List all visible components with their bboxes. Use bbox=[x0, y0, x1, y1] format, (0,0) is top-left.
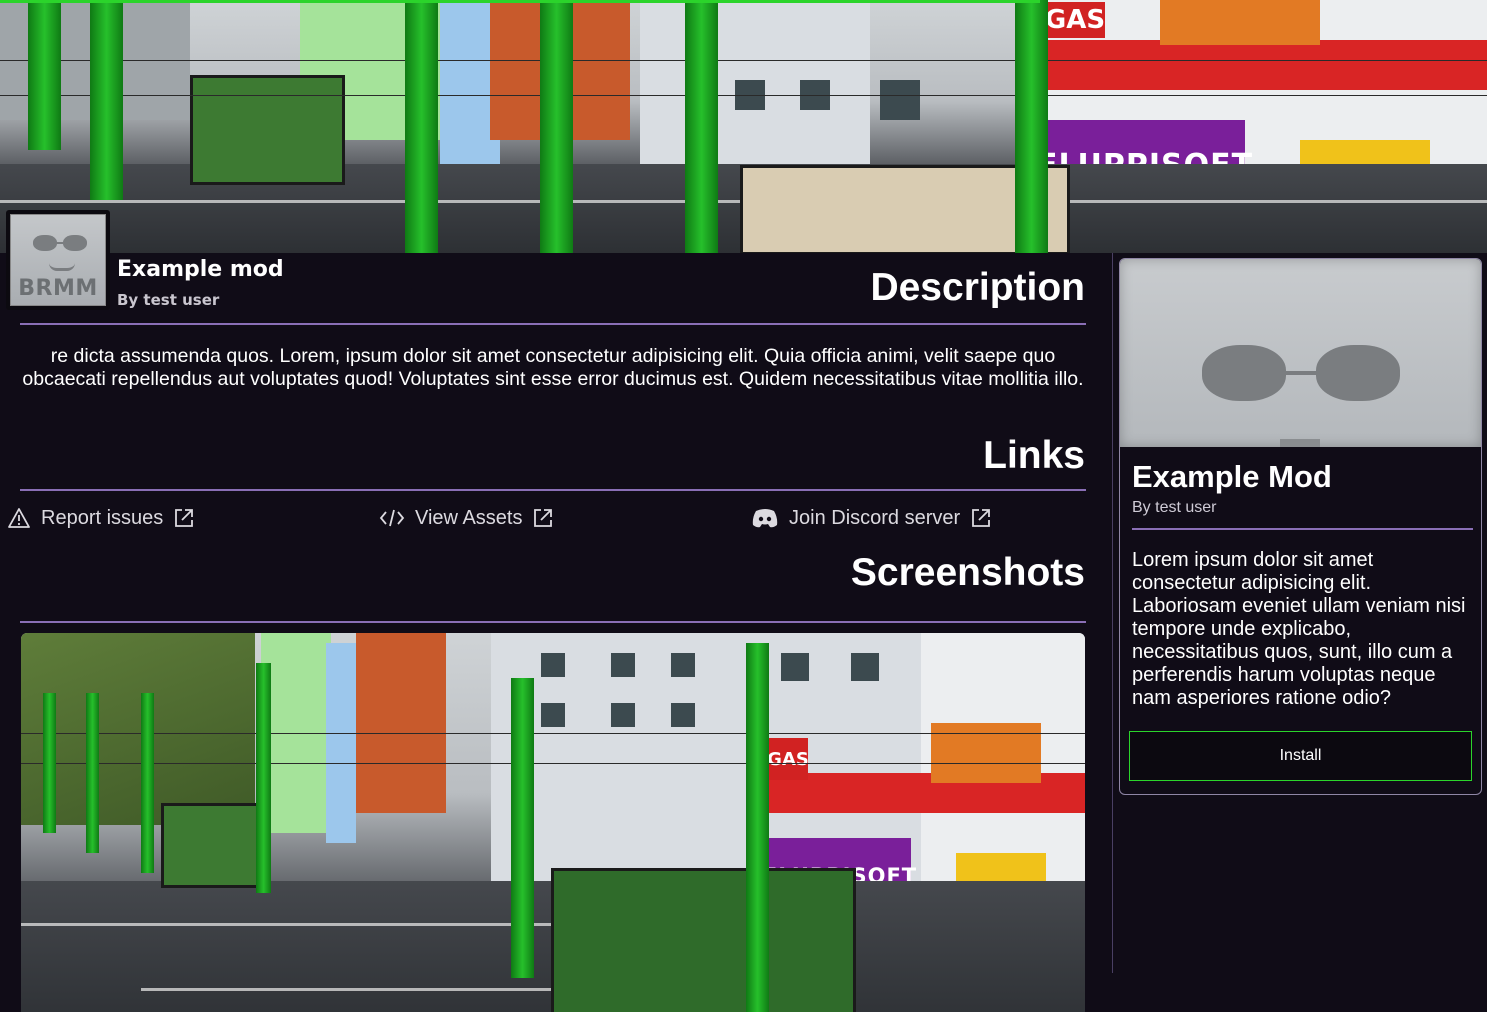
card-author: By test user bbox=[1132, 499, 1217, 516]
thumbnail-label: BRMM bbox=[18, 276, 98, 301]
links-divider bbox=[20, 489, 1086, 491]
external-link-icon bbox=[175, 509, 194, 527]
external-link-icon bbox=[972, 509, 991, 527]
mod-card: Example Mod By test user Lorem ipsum dol… bbox=[1119, 258, 1482, 795]
screenshots-heading: Screenshots bbox=[850, 551, 1085, 594]
mod-thumbnail: BRMM bbox=[6, 210, 110, 310]
description-heading: Description bbox=[870, 266, 1085, 309]
report-issues-link[interactable]: Report issues bbox=[7, 504, 195, 532]
mod-title: Example mod bbox=[117, 257, 284, 282]
code-icon bbox=[379, 509, 405, 527]
banner-image: GAS FLUPPISOFT bbox=[0, 0, 1487, 253]
external-link-icon bbox=[534, 509, 553, 527]
card-title: Example Mod bbox=[1132, 459, 1332, 494]
install-button[interactable]: Install bbox=[1129, 731, 1472, 781]
discord-icon bbox=[752, 509, 778, 528]
description-divider bbox=[20, 323, 1086, 325]
gas-sign: GAS bbox=[767, 738, 809, 780]
view-assets-label: View Assets bbox=[415, 506, 523, 529]
sidebar-divider bbox=[1112, 253, 1113, 973]
gas-sign: GAS bbox=[1045, 2, 1105, 38]
links-heading: Links bbox=[983, 434, 1085, 477]
screenshot-image[interactable]: GAS FLUPPISOFT bbox=[21, 633, 1085, 1012]
view-assets-link[interactable]: View Assets bbox=[379, 504, 554, 532]
card-description: Lorem ipsum dolor sit amet consectetur a… bbox=[1132, 549, 1466, 709]
mod-author: By test user bbox=[117, 291, 220, 309]
join-discord-label: Join Discord server bbox=[789, 506, 961, 529]
mod-card-image bbox=[1120, 259, 1481, 447]
join-discord-link[interactable]: Join Discord server bbox=[751, 504, 992, 532]
banner-top-line bbox=[0, 0, 1040, 3]
screenshots-divider bbox=[20, 621, 1086, 623]
description-text: re dicta assumenda quos. Lorem, ipsum do… bbox=[22, 345, 1084, 390]
glasses-icon bbox=[33, 235, 87, 251]
glasses-icon bbox=[1202, 345, 1400, 401]
warning-icon bbox=[8, 508, 30, 528]
report-issues-label: Report issues bbox=[41, 506, 164, 529]
card-divider bbox=[1132, 528, 1473, 530]
